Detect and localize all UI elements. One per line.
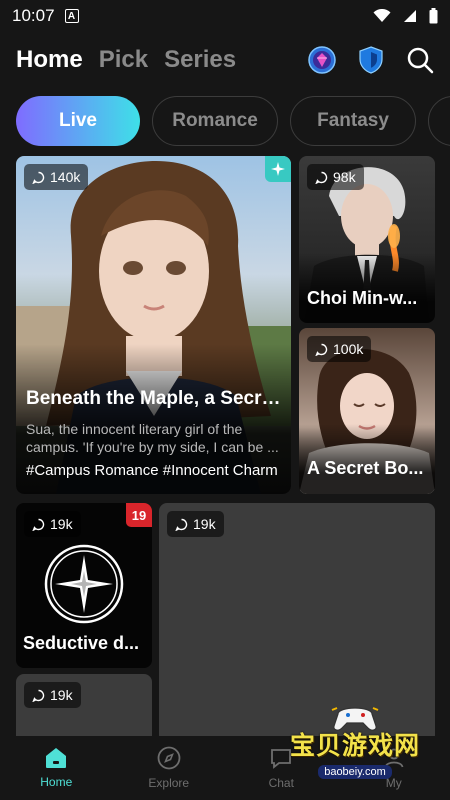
shield-icon[interactable] (358, 46, 384, 74)
signal-icon (404, 10, 416, 22)
tab-pick[interactable]: Pick (99, 46, 148, 74)
chat-count-badge: 140k (24, 164, 89, 190)
search-icon[interactable] (406, 46, 434, 74)
chip-romance[interactable]: Romance (152, 96, 278, 146)
tab-series[interactable]: Series (164, 46, 236, 74)
chat-count-badge: 100k (307, 336, 372, 362)
chip-fantasy[interactable]: Fantasy (290, 96, 416, 146)
card-title: Choi Min-w... (307, 288, 418, 308)
nav-explore[interactable]: Explore (113, 736, 226, 800)
card-title: Beneath the Maple, a Secre... (26, 388, 281, 409)
story-card-seductive[interactable]: 19k 19 Seductive d... (16, 503, 152, 668)
tab-home[interactable]: Home (16, 46, 83, 74)
story-card-secret[interactable]: 100k A Secret Bo... (299, 328, 435, 494)
chat-bubble-icon (175, 518, 188, 531)
age-rating-badge: 19 (126, 503, 152, 527)
battery-icon (429, 8, 438, 24)
chat-bubble-icon (32, 518, 45, 531)
gem-badge-icon[interactable] (308, 46, 336, 74)
chip-more[interactable] (428, 96, 450, 146)
card-title: Seductive d... (23, 633, 140, 653)
chat-bubble-icon (32, 171, 45, 184)
status-bar: 10:07 A (0, 0, 450, 32)
card-description: Sua, the innocent literary girl of the c… (26, 421, 279, 455)
chat-count-badge: 19k (167, 511, 224, 537)
chat-bubble-icon (315, 171, 328, 184)
card-title: A Secret Bo... (307, 458, 424, 478)
chat-count-badge: 19k (24, 682, 81, 708)
top-header: Home Pick Series (16, 40, 434, 80)
star-emblem-icon (44, 544, 124, 624)
top-tabs: Home Pick Series (16, 46, 236, 74)
watermark-logo: 宝贝游戏网 baobeiy.com (290, 702, 420, 780)
chat-bubble-icon (315, 343, 328, 356)
story-card-choi[interactable]: 98k Choi Min-w... (299, 156, 435, 323)
chat-bubble-icon (32, 689, 45, 702)
notification-a-icon: A (64, 9, 79, 23)
card-tags: #Campus Romance #Innocent Charm (26, 462, 278, 479)
chat-count-badge: 98k (307, 164, 364, 190)
chip-live[interactable]: Live (16, 96, 140, 146)
story-card-placeholder-small[interactable]: 19k (16, 674, 152, 744)
home-icon (46, 748, 67, 768)
compass-icon (157, 746, 181, 770)
chat-count-badge: 19k (24, 511, 81, 537)
wifi-icon (373, 9, 391, 22)
nav-home[interactable]: Home (0, 736, 113, 800)
category-chips: Live Romance Fantasy (16, 96, 450, 146)
status-time: 10:07 (12, 6, 55, 25)
story-card-maple[interactable]: 140k Beneath the Maple, a Secre... Sua, … (16, 156, 291, 494)
sparkle-badge-icon (265, 156, 291, 182)
